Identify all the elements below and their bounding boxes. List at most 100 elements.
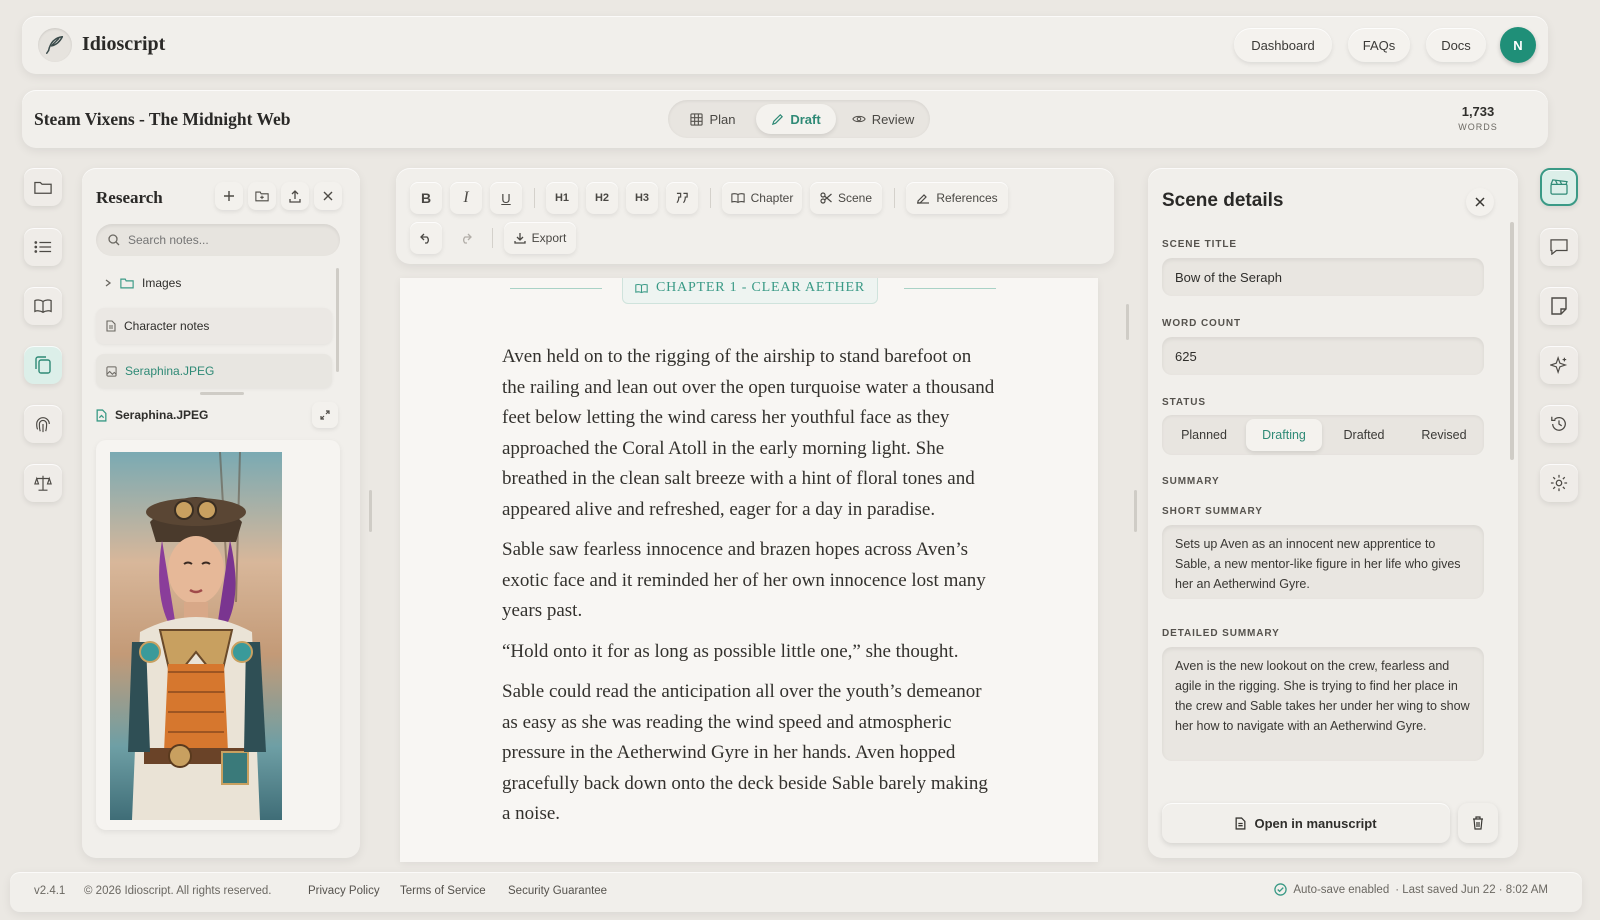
heading1-button[interactable]: H1	[546, 182, 578, 214]
chapter-heading: CHAPTER 1 - CLEAR AETHER	[622, 278, 878, 304]
folder-icon	[120, 278, 134, 288]
status-selector: Planned Drafting Drafted Revised	[1162, 415, 1484, 455]
history-icon[interactable]	[1540, 405, 1578, 443]
chapter-rule-right	[904, 288, 996, 289]
word-count-label: WORD COUNT	[1162, 318, 1241, 329]
panel-resize-handle[interactable]	[200, 392, 244, 395]
short-summary-textarea[interactable]: Sets up Aven as an innocent new apprenti…	[1162, 525, 1484, 599]
expand-preview-button[interactable]	[312, 402, 338, 428]
add-note-button[interactable]	[215, 182, 243, 210]
close-scene-details-button[interactable]	[1466, 188, 1494, 216]
underline-button[interactable]: U	[490, 182, 522, 214]
chapter-heading-text: CHAPTER 1 - CLEAR AETHER	[656, 280, 865, 295]
tree-item-images[interactable]: Images	[96, 268, 332, 298]
splitter-left[interactable]	[369, 490, 372, 532]
mode-plan-label: Plan	[709, 111, 736, 127]
heading3-button[interactable]: H3	[626, 182, 658, 214]
preview-title: Seraphina.JPEG	[115, 408, 209, 422]
manuscript-paragraph[interactable]: “Hold onto it for as long as possible li…	[502, 637, 996, 668]
nav-dashboard-button[interactable]: Dashboard	[1234, 28, 1332, 62]
folder-icon[interactable]	[24, 168, 62, 206]
privacy-policy-link[interactable]: Privacy Policy	[308, 885, 380, 897]
list-icon[interactable]	[24, 228, 62, 266]
chapter-button[interactable]: Chapter	[722, 182, 802, 214]
search-input[interactable]	[128, 233, 318, 247]
copyright-text: © 2026 Idioscript. All rights reserved.	[84, 885, 272, 897]
manuscript-paragraph[interactable]: Sable saw fearless innocence and brazen …	[502, 535, 996, 627]
toolbar-divider	[710, 188, 711, 208]
mode-draft-tab[interactable]: Draft	[756, 104, 836, 134]
clapperboard-icon[interactable]	[1540, 168, 1578, 206]
status-drafting[interactable]: Drafting	[1246, 419, 1322, 451]
undo-button[interactable]	[410, 222, 442, 254]
redo-icon	[463, 233, 472, 244]
toolbar-divider	[534, 188, 535, 208]
nav-docs-button[interactable]: Docs	[1426, 28, 1486, 62]
sparkle-icon[interactable]	[1540, 346, 1578, 384]
delete-scene-button[interactable]	[1458, 803, 1498, 843]
manuscript-body[interactable]: Aven held on to the rigging of the airsh…	[502, 342, 996, 840]
project-title: Steam Vixens - The Midnight Web	[34, 109, 291, 129]
app-name[interactable]: Idioscript	[82, 33, 165, 56]
manuscript-paragraph[interactable]: Sable could read the anticipation all ov…	[502, 677, 996, 830]
manuscript-scrollbar[interactable]	[1126, 304, 1129, 340]
tree-scrollbar[interactable]	[336, 268, 339, 372]
open-in-manuscript-button[interactable]: Open in manuscript	[1162, 803, 1450, 843]
fingerprint-icon[interactable]	[24, 405, 62, 443]
redo-button[interactable]	[450, 222, 482, 254]
mode-review-tab[interactable]: Review	[840, 104, 926, 134]
avatar[interactable]: N	[1500, 27, 1536, 63]
character-portrait-image[interactable]	[110, 452, 282, 820]
autosave-text: Auto-save enabled	[1293, 883, 1390, 896]
references-button[interactable]: References	[906, 182, 1008, 214]
upload-button[interactable]	[281, 182, 309, 210]
scene-title-input[interactable]: Bow of the Seraph	[1162, 258, 1484, 296]
security-guarantee-link[interactable]: Security Guarantee	[508, 885, 607, 897]
image-icon	[106, 365, 117, 377]
nav-faqs-button[interactable]: FAQs	[1348, 28, 1410, 62]
status-drafted[interactable]: Drafted	[1326, 419, 1402, 451]
research-title: Research	[96, 188, 163, 207]
mode-switcher: Plan Draft Review	[668, 100, 930, 138]
version-text: v2.4.1	[34, 885, 66, 897]
detailed-summary-textarea[interactable]: Aven is the new lookout on the crew, fea…	[1162, 647, 1484, 761]
plus-icon	[224, 191, 234, 201]
image-preview-frame	[96, 440, 340, 830]
splitter-right[interactable]	[1134, 490, 1137, 532]
bold-button[interactable]: B	[410, 182, 442, 214]
message-icon[interactable]	[1540, 228, 1578, 266]
book-icon	[635, 283, 648, 293]
new-folder-button[interactable]	[248, 182, 276, 210]
pencil-icon	[772, 113, 784, 125]
short-summary-label: SHORT SUMMARY	[1162, 506, 1263, 517]
note-icon[interactable]	[1540, 287, 1578, 325]
search-box[interactable]	[96, 224, 340, 256]
manuscript-paragraph[interactable]: Aven held on to the rigging of the airsh…	[502, 342, 996, 525]
heading2-button[interactable]: H2	[586, 182, 618, 214]
scale-icon[interactable]	[24, 464, 62, 502]
export-button[interactable]: Export	[504, 222, 576, 254]
scene-title-label: SCENE TITLE	[1162, 239, 1237, 250]
tree-item-character-notes[interactable]: Character notes	[96, 308, 332, 344]
terms-of-service-link[interactable]: Terms of Service	[400, 885, 486, 897]
scene-details-scrollbar[interactable]	[1510, 222, 1514, 460]
download-icon	[514, 233, 526, 244]
grid-icon	[690, 112, 704, 126]
chapter-rule-left	[510, 288, 602, 289]
word-count-input[interactable]: 625	[1162, 337, 1484, 375]
mode-plan-tab[interactable]: Plan	[674, 104, 752, 134]
chapter-label: Chapter	[750, 191, 794, 205]
status-revised[interactable]: Revised	[1406, 419, 1482, 451]
tree-item-seraphina[interactable]: Seraphina.JPEG	[96, 354, 332, 388]
scene-button[interactable]: Scene	[810, 182, 882, 214]
status-planned[interactable]: Planned	[1166, 419, 1242, 451]
open-in-manuscript-label: Open in manuscript	[1254, 815, 1377, 831]
close-research-button[interactable]	[314, 182, 342, 210]
copy-icon[interactable]	[24, 346, 62, 384]
book-icon[interactable]	[24, 287, 62, 325]
gear-icon[interactable]	[1540, 464, 1578, 502]
manuscript-page[interactable]: CHAPTER 1 - CLEAR AETHER Aven held on to…	[400, 278, 1098, 862]
quote-button[interactable]	[666, 182, 698, 214]
detailed-summary-label: DETAILED SUMMARY	[1162, 628, 1280, 639]
italic-button[interactable]: I	[450, 182, 482, 214]
